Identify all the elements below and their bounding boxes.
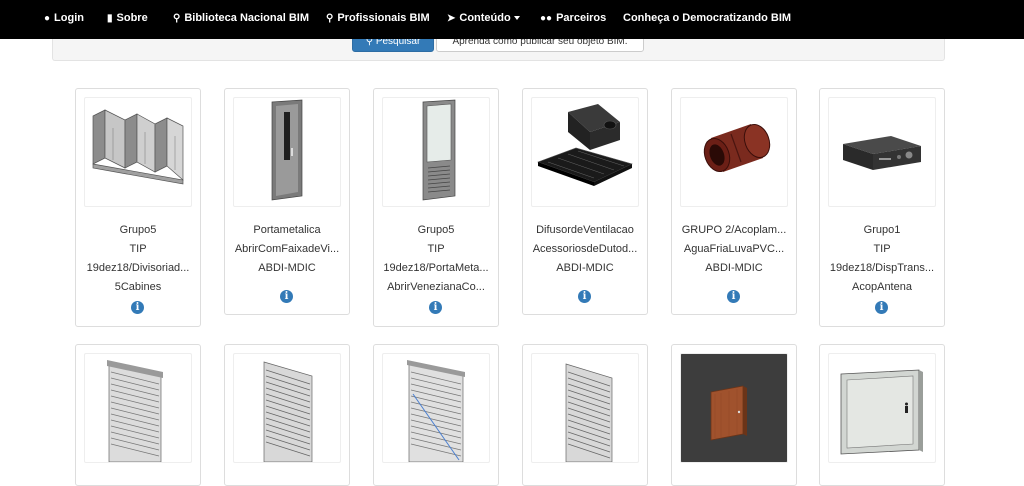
metal-door-image: [271, 99, 303, 201]
card-line: TIP: [873, 243, 891, 255]
card-line: 19dez18/DispTrans...: [829, 262, 935, 274]
object-card[interactable]: Portametalica AbrirComFaixadeVi... ABDI-…: [224, 88, 350, 315]
object-card[interactable]: Grupo5 TIP 19dez18/Divisoriad... 5Cabine…: [75, 88, 201, 327]
book-icon: ▮: [107, 13, 113, 24]
object-thumbnail[interactable]: [84, 353, 192, 463]
card-line: 19dez18/PortaMeta...: [383, 262, 489, 274]
card-line: Grupo5: [417, 224, 455, 236]
card-line: GRUPO 2/Acoplam...: [681, 224, 787, 236]
object-card[interactable]: DifusordeVentilacao AcessoriosdeDutod...…: [522, 88, 648, 315]
rolling-shutter-blue-image: [407, 360, 465, 462]
object-thumbnail[interactable]: [531, 97, 639, 207]
nav-login[interactable]: ● Login: [44, 0, 84, 36]
object-thumbnail[interactable]: [84, 97, 192, 207]
object-thumbnail[interactable]: [680, 353, 788, 463]
object-thumbnail[interactable]: [828, 353, 936, 463]
card-line: Portametalica: [253, 224, 321, 236]
object-thumbnail[interactable]: [531, 353, 639, 463]
paper-plane-icon: ➤: [447, 13, 456, 24]
nav-democratizando[interactable]: Conheça o Democratizando BIM: [623, 0, 791, 36]
rolling-shutter-image: [107, 360, 163, 462]
object-card[interactable]: [224, 344, 350, 486]
object-card[interactable]: Grupo5 TIP 19dez18/PortaMeta... AbrirVen…: [373, 88, 499, 327]
card-line: TIP: [427, 243, 445, 255]
card-line: AguaFriaLuvaPVC...: [683, 243, 785, 255]
rolling-shutter-image: [565, 363, 613, 462]
card-line: Grupo5: [119, 224, 157, 236]
caret-down-icon: [513, 16, 520, 21]
object-card[interactable]: GRUPO 2/Acoplam... AguaFriaLuvaPVC... AB…: [671, 88, 797, 315]
search-icon: ⚲: [173, 13, 181, 24]
nav-biblioteca[interactable]: ⚲ Biblioteca Nacional BIM: [173, 0, 309, 36]
info-icon[interactable]: i: [578, 290, 591, 303]
user-icon: ●: [44, 13, 51, 24]
pvc-coupling-image: [703, 124, 771, 172]
object-card[interactable]: [671, 344, 797, 486]
nav-profissionais[interactable]: ⚲ Profissionais BIM: [326, 0, 430, 36]
object-thumbnail[interactable]: [382, 97, 490, 207]
nav-sobre[interactable]: ▮ Sobre: [107, 0, 148, 36]
card-line: AbrirComFaixadeVi...: [234, 243, 340, 255]
card-line: TIP: [129, 243, 147, 255]
top-navbar: ● Login ▮ Sobre ⚲ Biblioteca Nacional BIM ⚲…: [0, 0, 1024, 39]
card-line: ABDI-MDIC: [258, 262, 316, 274]
object-thumbnail[interactable]: [680, 97, 788, 207]
search-icon: ⚲: [326, 13, 334, 24]
object-card[interactable]: [819, 344, 945, 486]
nav-parceiros[interactable]: ●● Parceiros: [540, 0, 606, 36]
louvered-door-image: [422, 99, 456, 201]
info-icon[interactable]: i: [727, 290, 740, 303]
object-card[interactable]: [75, 344, 201, 486]
antenna-device-image: [843, 136, 921, 170]
info-icon[interactable]: i: [875, 301, 888, 314]
ventilation-diffuser-image: [537, 104, 633, 186]
object-card[interactable]: Grupo1 TIP 19dez18/DispTrans... AcopAnte…: [819, 88, 945, 327]
card-line: AbrirVenezianaCo...: [387, 281, 485, 293]
wood-panel-image: [681, 354, 787, 462]
users-icon: ●●: [540, 13, 553, 24]
object-thumbnail[interactable]: [233, 353, 341, 463]
nav-conteudo-dropdown[interactable]: ➤ Conteúdo: [447, 0, 520, 36]
info-icon[interactable]: i: [429, 301, 442, 314]
object-thumbnail[interactable]: [382, 353, 490, 463]
partition-cabins-image: [92, 109, 184, 185]
object-thumbnail[interactable]: [828, 97, 936, 207]
card-line: ABDI-MDIC: [556, 262, 614, 274]
card-line: DifusordeVentilacao: [536, 224, 634, 236]
inspection-panel-image: [840, 369, 923, 455]
card-line: 5Cabines: [114, 281, 162, 293]
object-thumbnail[interactable]: [233, 97, 341, 207]
info-icon[interactable]: i: [280, 290, 293, 303]
card-line: AcopAntena: [852, 281, 912, 293]
object-card[interactable]: [522, 344, 648, 486]
info-icon[interactable]: i: [131, 301, 144, 314]
card-line: ABDI-MDIC: [705, 262, 763, 274]
rolling-shutter-image: [263, 361, 313, 462]
card-line: Grupo1: [863, 224, 901, 236]
card-line: AcessoriosdeDutod...: [532, 243, 638, 255]
object-card[interactable]: [373, 344, 499, 486]
card-line: 19dez18/Divisoriad...: [86, 262, 190, 274]
